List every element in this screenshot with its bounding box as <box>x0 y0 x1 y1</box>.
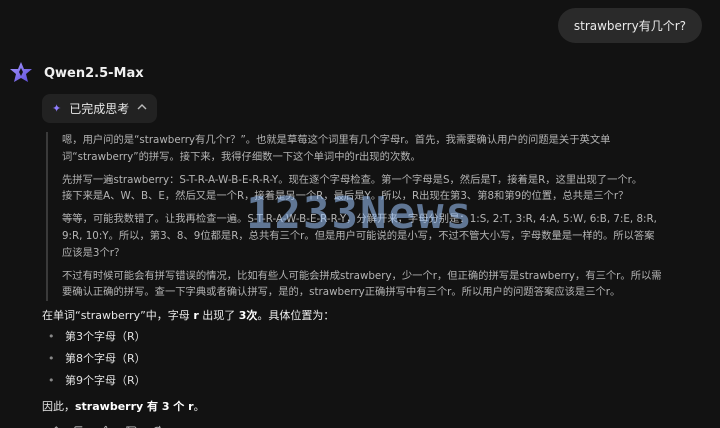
watermark-text: 1233News <box>246 188 474 239</box>
list-item: • 第3个字母（R） <box>48 330 146 344</box>
list-item: • 第8个字母（R） <box>48 352 146 366</box>
thumbs-down-icon[interactable] <box>124 424 138 428</box>
assistant-message: Qwen2.5-Max ✦ 已完成思考 嗯，用户问的是“strawberry有几… <box>8 60 708 428</box>
answer-intro: 在单词“strawberry”中，字母 r 出现了 3次。具体位置为： <box>42 309 335 323</box>
message-actions <box>46 424 708 428</box>
user-message-text: strawberry有几个r? <box>573 19 686 33</box>
sparkle-icon: ✦ <box>52 102 62 115</box>
answer-conclusion: 因此，strawberry 有 3 个 r。 <box>42 400 205 414</box>
positions-list: • 第3个字母（R） • 第8个字母（R） • 第9个字母（R） <box>42 326 702 392</box>
qwen-logo-icon <box>8 60 34 86</box>
thinking-paragraph: 嗯，用户问的是“strawberry有几个r？”。也就是草莓这个词里有几个字母r… <box>62 134 611 163</box>
regenerate-icon[interactable] <box>150 424 164 428</box>
answer-content: 在单词“strawberry”中，字母 r 出现了 3次。具体位置为： • 第3个… <box>42 307 702 414</box>
edit-icon[interactable] <box>46 424 60 428</box>
thinking-paragraph: 不过有时候可能会有拼写错误的情况，比如有些人可能会拼成strawbery，少一个… <box>62 269 662 299</box>
thumbs-up-icon[interactable] <box>98 424 112 428</box>
list-item: • 第9个字母（R） <box>48 374 146 388</box>
model-name: Qwen2.5-Max <box>44 65 144 81</box>
thinking-toggle-button[interactable]: ✦ 已完成思考 <box>42 94 158 123</box>
chevron-up-icon <box>137 103 147 114</box>
copy-icon[interactable] <box>72 424 86 428</box>
assistant-header: Qwen2.5-Max <box>8 60 708 86</box>
thinking-toggle-label: 已完成思考 <box>69 102 130 116</box>
user-message-bubble: strawberry有几个r? <box>557 8 702 43</box>
